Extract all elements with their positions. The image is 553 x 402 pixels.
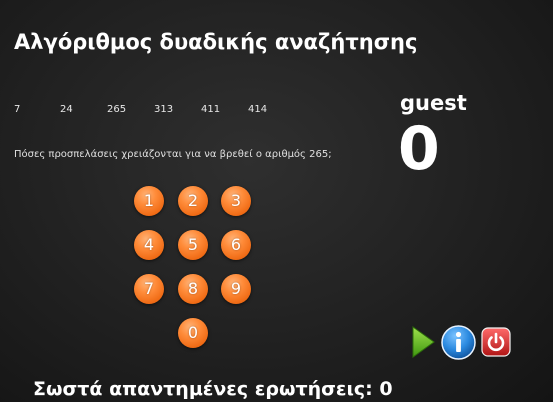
keypad-button-8[interactable]: 8 — [178, 274, 208, 304]
keypad-button-9[interactable]: 9 — [221, 274, 251, 304]
keypad-button-0[interactable]: 0 — [178, 318, 208, 348]
play-icon — [412, 326, 435, 358]
sequence-item: 411 — [201, 104, 221, 115]
sequence-item: 24 — [60, 104, 73, 115]
keypad-button-4[interactable]: 4 — [134, 230, 164, 260]
keypad-button-3[interactable]: 3 — [221, 186, 251, 216]
page-title: Αλγόριθμος δυαδικής αναζήτησης — [14, 30, 418, 54]
sequence-item: 414 — [248, 104, 268, 115]
power-button[interactable] — [481, 327, 511, 357]
score-value: 0 — [398, 114, 440, 184]
keypad-button-7[interactable]: 7 — [134, 274, 164, 304]
info-button[interactable] — [441, 325, 476, 360]
number-sequence: 7 24 265 313 411 414 — [0, 104, 300, 118]
keypad-button-6[interactable]: 6 — [221, 230, 251, 260]
sequence-item: 265 — [107, 104, 127, 115]
sequence-item: 313 — [154, 104, 174, 115]
keypad-button-1[interactable]: 1 — [134, 186, 164, 216]
keypad-button-2[interactable]: 2 — [178, 186, 208, 216]
correct-answers-counter: Σωστά απαντημένες ερωτήσεις: 0 — [33, 378, 393, 400]
play-button[interactable] — [411, 326, 435, 358]
question-text: Πόσες προσπελάσεις χρειάζονται για να βρ… — [14, 149, 332, 160]
power-icon — [481, 327, 511, 357]
info-icon — [441, 325, 476, 360]
sequence-item: 7 — [14, 104, 21, 115]
keypad-button-5[interactable]: 5 — [178, 230, 208, 260]
